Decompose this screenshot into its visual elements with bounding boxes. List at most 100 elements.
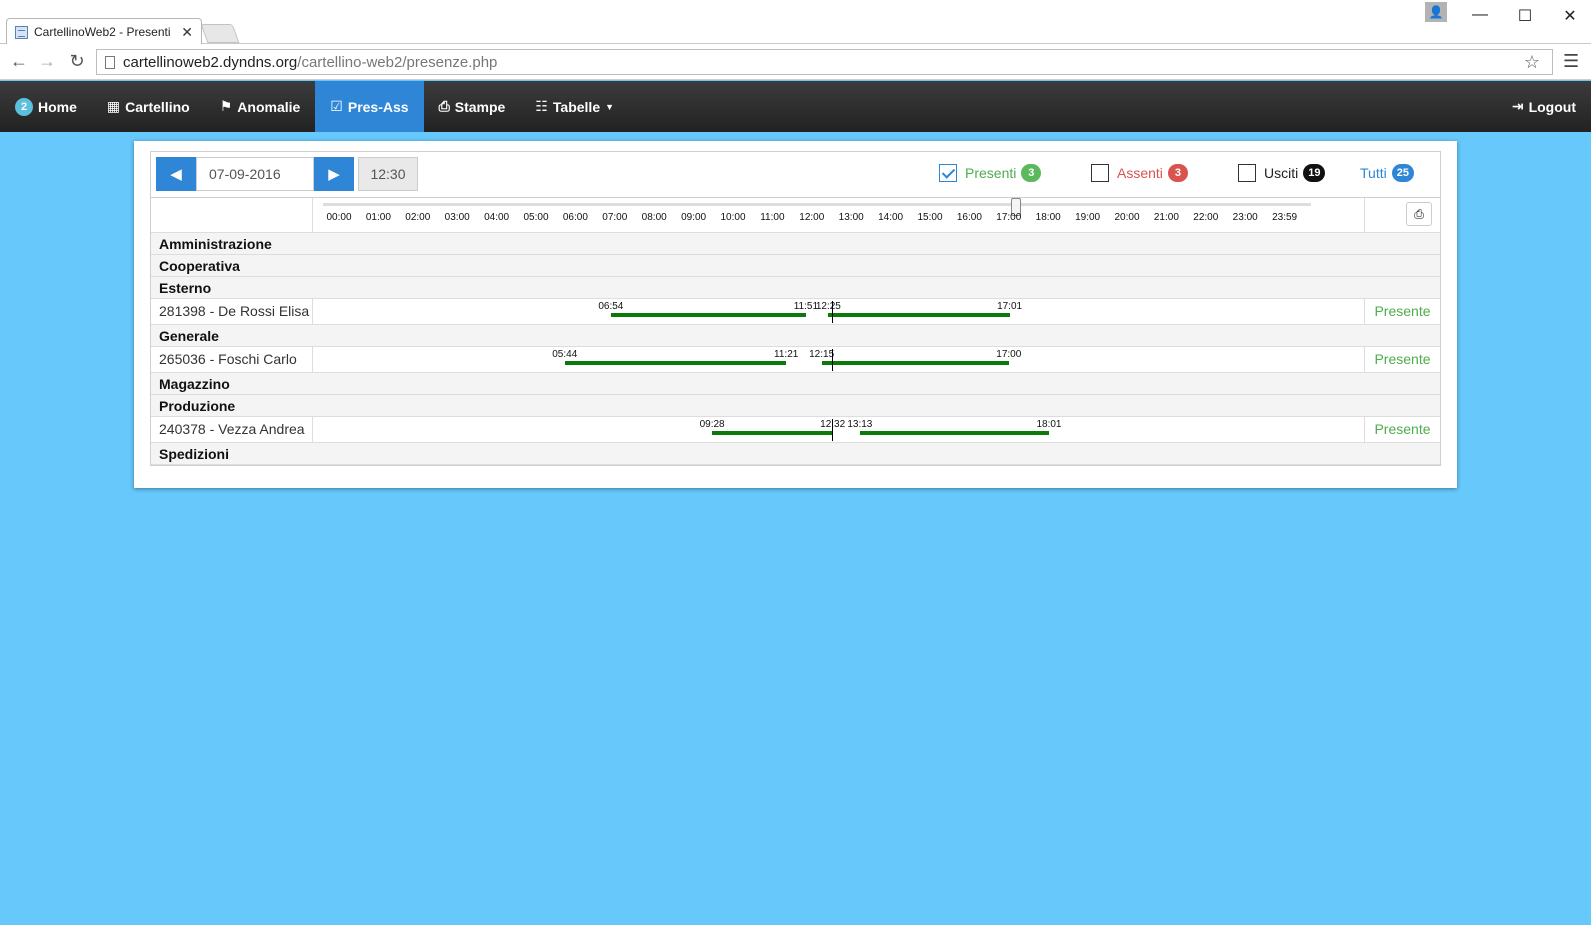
time-tick-label: 22:00 bbox=[1193, 212, 1219, 223]
print-icon: ⎙ bbox=[438, 98, 450, 114]
forward-icon[interactable]: → bbox=[36, 52, 58, 70]
nav-home[interactable]: 2 Home bbox=[0, 81, 92, 132]
page-icon bbox=[105, 55, 115, 69]
bookmark-star-icon[interactable]: ☆ bbox=[1524, 52, 1540, 73]
time-tick-label: 21:00 bbox=[1153, 212, 1179, 223]
usciti-checkbox[interactable] bbox=[1238, 164, 1256, 182]
time-tick-label: 15:00 bbox=[917, 212, 943, 223]
punch-time-label: 18:01 bbox=[1036, 419, 1062, 430]
nav-cartellino[interactable]: ▦ Cartellino bbox=[92, 81, 205, 132]
punch-time-label: 17:00 bbox=[996, 349, 1022, 360]
punch-time-label: 12:15 bbox=[809, 349, 835, 360]
browser-titlebar: CartellinoWeb2 - Presenti ✕ 👤 — ☐ ✕ bbox=[0, 0, 1591, 45]
time-tick-label: 01:00 bbox=[365, 212, 391, 223]
time-tick-label: 14:00 bbox=[878, 212, 904, 223]
time-tick-label: 12:00 bbox=[799, 212, 825, 223]
presence-bar bbox=[610, 313, 806, 317]
prev-day-button[interactable]: ◀ bbox=[156, 157, 196, 191]
browser-tab[interactable]: CartellinoWeb2 - Presenti ✕ bbox=[6, 18, 202, 45]
filter-presenti[interactable]: Presenti 3 bbox=[939, 164, 1042, 182]
time-tick-label: 07:00 bbox=[602, 212, 628, 223]
time-slider[interactable] bbox=[323, 198, 1311, 216]
group-row: Generale bbox=[151, 325, 1440, 347]
employee-name: 281398 - De Rossi Elisa bbox=[151, 299, 313, 324]
nav-pres-ass-label: Pres-Ass bbox=[347, 98, 409, 115]
time-tick-label: 10:00 bbox=[720, 212, 746, 223]
group-row: Spedizioni bbox=[151, 443, 1440, 465]
reload-icon[interactable]: ↻ bbox=[66, 52, 88, 70]
employee-row[interactable]: 240378 - Vezza Andrea 09:28 12:32 13:13 18:0… bbox=[151, 417, 1440, 443]
nav-stampe-label: Stampe bbox=[454, 98, 506, 115]
filter-tutti[interactable]: Tutti 25 bbox=[1360, 164, 1414, 182]
punch-time-label: 11:21 bbox=[774, 349, 799, 360]
punch-time-label: 05:44 bbox=[552, 349, 578, 360]
timeline-header: ⎙ 00:00 01:00 02:00 03:00 04:00 05:00 06:00 07:… bbox=[151, 198, 1440, 233]
current-time-line bbox=[831, 349, 833, 371]
date-input[interactable]: 07-09-2016 bbox=[196, 157, 314, 191]
tab-title: CartellinoWeb2 - Presenti bbox=[34, 25, 171, 39]
caret-down-icon: ▼ bbox=[605, 101, 615, 112]
filter-usciti[interactable]: Usciti 19 bbox=[1238, 164, 1326, 182]
group-row: Magazzino bbox=[151, 373, 1440, 395]
url-host: cartellinoweb2.dyndns.org bbox=[123, 53, 298, 71]
address-bar[interactable]: cartellinoweb2.dyndns.org /cartellino-we… bbox=[96, 49, 1553, 75]
assenti-label: Assenti bbox=[1117, 165, 1163, 181]
time-tick-label: 18:00 bbox=[1035, 212, 1061, 223]
new-tab-button[interactable] bbox=[200, 24, 240, 43]
presence-bar bbox=[859, 431, 1049, 435]
next-day-button[interactable]: ▶ bbox=[314, 157, 354, 191]
nav-stampe[interactable]: ⎙ Stampe bbox=[424, 81, 521, 132]
assenti-checkbox[interactable] bbox=[1091, 164, 1109, 182]
nav-cartellino-label: Cartellino bbox=[125, 98, 190, 115]
nav-tabelle[interactable]: ☷ Tabelle ▼ bbox=[520, 81, 629, 132]
url-path: /cartellino-web2/presenze.php bbox=[297, 53, 498, 71]
time-tick-label: 06:00 bbox=[562, 212, 588, 223]
employee-status: Presente bbox=[1364, 299, 1440, 324]
user-profile-icon[interactable]: 👤 bbox=[1425, 2, 1447, 22]
browser-menu-icon[interactable]: ☰ bbox=[1563, 51, 1579, 72]
punch-time-label: 17:01 bbox=[997, 301, 1023, 312]
nav-logout-label: Logout bbox=[1528, 98, 1576, 115]
punch-time-label: 09:28 bbox=[699, 419, 725, 430]
tutti-count-badge: 25 bbox=[1391, 164, 1414, 182]
close-tab-icon[interactable]: ✕ bbox=[181, 24, 193, 41]
maximize-icon[interactable]: ☐ bbox=[1510, 6, 1540, 26]
timeline-grid: ⎙ 00:00 01:00 02:00 03:00 04:00 05:00 06:00 07:… bbox=[150, 197, 1441, 466]
employee-row[interactable]: 281398 - De Rossi Elisa 06:54 11:51 12:25 17… bbox=[151, 299, 1440, 325]
employee-status: Presente bbox=[1364, 347, 1440, 372]
check-square-icon: ☑ bbox=[330, 98, 343, 114]
time-tick-label: 23:00 bbox=[1232, 212, 1258, 223]
nav-tabelle-label: Tabelle bbox=[552, 98, 601, 115]
employee-name: 265036 - Foschi Carlo bbox=[151, 347, 313, 372]
time-tick-label: 00:00 bbox=[326, 212, 352, 223]
app-navbar: 2 Home ▦ Cartellino ⚑ Anomalie ☑ Pres-As… bbox=[0, 81, 1591, 132]
employee-row[interactable]: 265036 - Foschi Carlo 05:44 11:21 12:15 17:0… bbox=[151, 347, 1440, 373]
time-tick-label: 03:00 bbox=[444, 212, 470, 223]
flag-icon: ⚑ bbox=[219, 98, 233, 114]
time-tick-label: 08:00 bbox=[641, 212, 667, 223]
group-row: Cooperativa bbox=[151, 255, 1440, 277]
time-tick-label: 09:00 bbox=[681, 212, 707, 223]
minimize-icon[interactable]: — bbox=[1465, 6, 1495, 24]
close-window-icon[interactable]: ✕ bbox=[1555, 6, 1585, 26]
presenti-count-badge: 3 bbox=[1021, 164, 1042, 182]
presence-bar bbox=[821, 361, 1009, 365]
nav-anomalie[interactable]: ⚑ Anomalie bbox=[205, 81, 316, 132]
time-tick-label: 16:00 bbox=[956, 212, 982, 223]
print-button[interactable]: ⎙ bbox=[1406, 202, 1432, 226]
back-icon[interactable]: ← bbox=[8, 52, 30, 70]
nav-logout[interactable]: ⇥ Logout bbox=[1497, 81, 1591, 132]
nav-pres-ass[interactable]: ☑ Pres-Ass bbox=[315, 81, 424, 132]
punch-time-label: 06:54 bbox=[598, 301, 624, 312]
time-tick-label: 20:00 bbox=[1114, 212, 1140, 223]
filter-assenti[interactable]: Assenti 3 bbox=[1091, 164, 1188, 182]
tutti-label: Tutti bbox=[1360, 165, 1387, 181]
header-name-cell bbox=[151, 198, 313, 232]
nav-home-label: Home bbox=[38, 98, 77, 115]
favicon-icon bbox=[15, 25, 28, 39]
group-row: Amministrazione bbox=[151, 233, 1440, 255]
time-display[interactable]: 12:30 bbox=[358, 157, 418, 191]
time-tick-label: 02:00 bbox=[405, 212, 431, 223]
timeline-rows: Amministrazione Cooperativa Esterno 281398 … bbox=[151, 233, 1440, 465]
presenti-checkbox[interactable] bbox=[939, 164, 957, 182]
